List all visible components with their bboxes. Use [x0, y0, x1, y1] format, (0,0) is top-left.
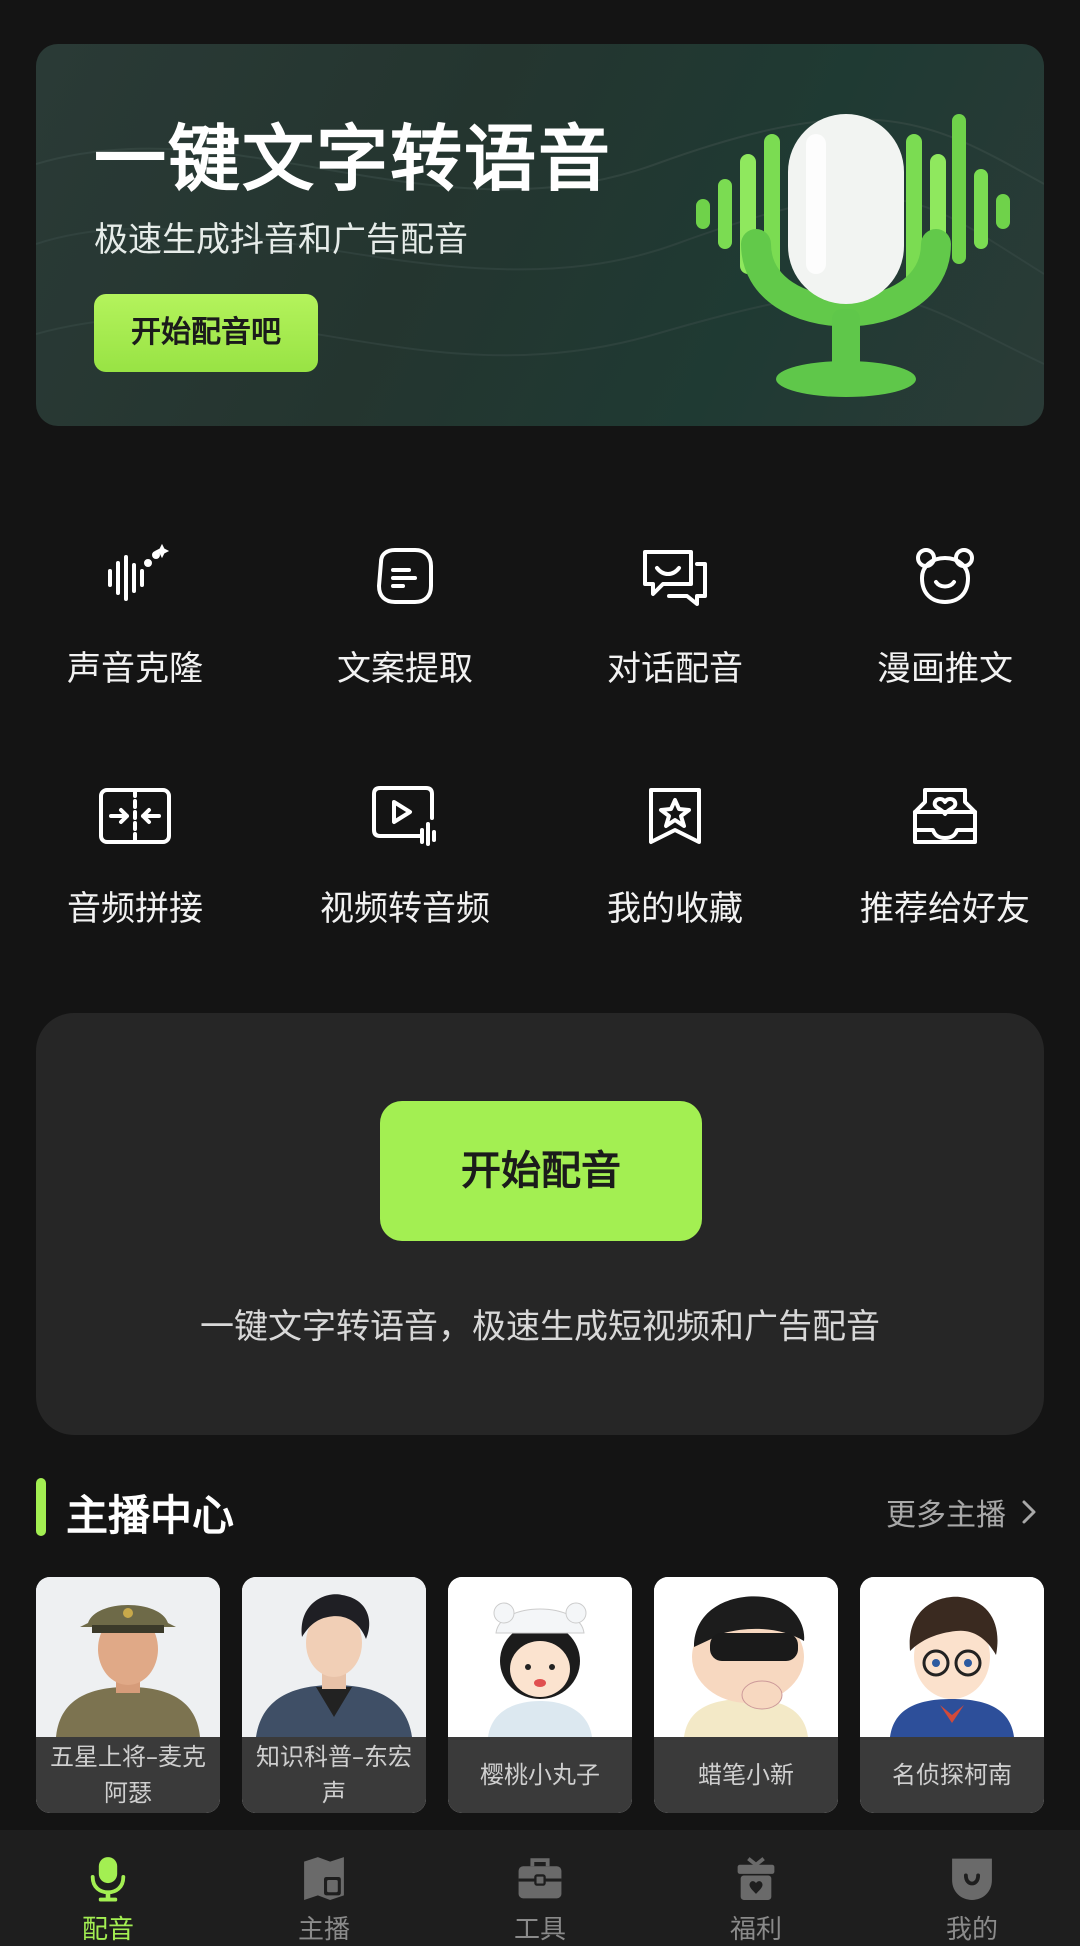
voice-clone-icon	[95, 540, 175, 611]
nav-label: 配音	[81, 1915, 134, 1945]
nav-tab-tools[interactable]: 工具	[432, 1830, 648, 1946]
favorite-icon	[635, 780, 715, 851]
banner-title: 一键文字转语音	[94, 117, 613, 201]
nav-label: 主播	[297, 1915, 350, 1945]
anchor-card[interactable]: 蜡笔小新	[654, 1577, 838, 1813]
feature-label: 声音克隆	[67, 649, 203, 689]
toolbox-icon	[518, 1858, 562, 1899]
more-anchors-label: 更多主播	[886, 1498, 1006, 1533]
start-dubbing-button[interactable]: 开始配音	[380, 1101, 702, 1241]
feature-video-to-audio[interactable]: 视频转音频	[270, 780, 540, 930]
nav-tab-welfare[interactable]: 福利	[648, 1830, 864, 1946]
feature-voice-clone[interactable]: 声音克隆	[0, 540, 270, 690]
nav-tab-anchor[interactable]: 主播	[216, 1830, 432, 1946]
anchor-card[interactable]: 知识科普–东宏声	[242, 1577, 426, 1813]
text-extract-icon	[365, 540, 445, 611]
bottom-navigation: 配音 主播 工具 福利 我的	[0, 1830, 1080, 1946]
nav-tab-mine[interactable]: 我的	[864, 1830, 1080, 1946]
feature-text-extract[interactable]: 文案提取	[270, 540, 540, 690]
audio-merge-icon	[95, 780, 175, 851]
feature-label: 音频拼接	[67, 889, 203, 929]
nav-label: 我的	[945, 1915, 998, 1945]
anchor-card[interactable]: 名侦探柯南	[860, 1577, 1044, 1813]
anchor-book-icon	[304, 1857, 344, 1900]
nav-tab-dubbing[interactable]: 配音	[0, 1830, 216, 1946]
profile-icon	[952, 1858, 992, 1900]
promo-banner[interactable]: 一键文字转语音 极速生成抖音和广告配音 开始配音吧	[36, 44, 1044, 426]
feature-label: 我的收藏	[607, 889, 743, 929]
anchor-name: 五星上将–麦克阿瑟	[36, 1737, 220, 1813]
feature-audio-merge[interactable]: 音频拼接	[0, 780, 270, 930]
nav-label: 工具	[513, 1915, 566, 1945]
feature-label: 推荐给好友	[860, 889, 1030, 929]
recommend-icon	[905, 780, 985, 851]
anchor-name: 樱桃小丸子	[448, 1737, 632, 1813]
start-dubbing-banner-button[interactable]: 开始配音吧	[94, 294, 318, 372]
microphone-icon	[90, 1857, 126, 1902]
nav-label: 福利	[729, 1915, 782, 1945]
feature-label: 视频转音频	[320, 889, 490, 929]
feature-dialogue-dubbing[interactable]: 对话配音	[540, 540, 810, 690]
anchor-name: 名侦探柯南	[860, 1737, 1044, 1813]
feature-label: 对话配音	[607, 649, 743, 689]
anchor-list: 五星上将–麦克阿瑟 知识科普–东宏声 樱桃小丸子 蜡笔小新 名侦探柯南	[36, 1577, 1044, 1813]
banner-subtitle: 极速生成抖音和广告配音	[94, 220, 468, 260]
bear-icon	[905, 540, 985, 611]
anchor-avatar	[242, 1577, 426, 1737]
anchor-avatar	[860, 1577, 1044, 1737]
feature-comic-post[interactable]: 漫画推文	[810, 540, 1080, 690]
feature-recommend-friends[interactable]: 推荐给好友	[810, 780, 1080, 930]
section-title: 主播中心	[66, 1491, 235, 1540]
start-dubbing-description: 一键文字转语音，极速生成短视频和广告配音	[200, 1307, 880, 1347]
anchor-name: 知识科普–东宏声	[242, 1737, 426, 1813]
gift-icon	[737, 1857, 775, 1900]
more-anchors-link[interactable]: 更多主播	[886, 1490, 1040, 1534]
anchor-avatar	[654, 1577, 838, 1737]
anchor-avatar	[448, 1577, 632, 1737]
feature-label: 漫画推文	[877, 649, 1013, 689]
feature-label: 文案提取	[337, 649, 473, 689]
video-to-audio-icon	[365, 780, 445, 851]
dialogue-icon	[635, 540, 715, 611]
anchor-card[interactable]: 樱桃小丸子	[448, 1577, 632, 1813]
section-accent-bar	[36, 1478, 46, 1536]
anchor-card[interactable]: 五星上将–麦克阿瑟	[36, 1577, 220, 1813]
microphone-illustration	[696, 114, 1010, 397]
chevron-right-icon	[1022, 1500, 1036, 1524]
anchor-name: 蜡笔小新	[654, 1737, 838, 1813]
anchor-avatar	[36, 1577, 220, 1737]
feature-grid: 声音克隆 文案提取 对话配音 漫画推文 音频拼接 视频转音频 我的收藏 推荐给好…	[0, 540, 1080, 930]
start-dubbing-card: 开始配音 一键文字转语音，极速生成短视频和广告配音	[36, 1013, 1044, 1435]
feature-my-favorites[interactable]: 我的收藏	[540, 780, 810, 930]
